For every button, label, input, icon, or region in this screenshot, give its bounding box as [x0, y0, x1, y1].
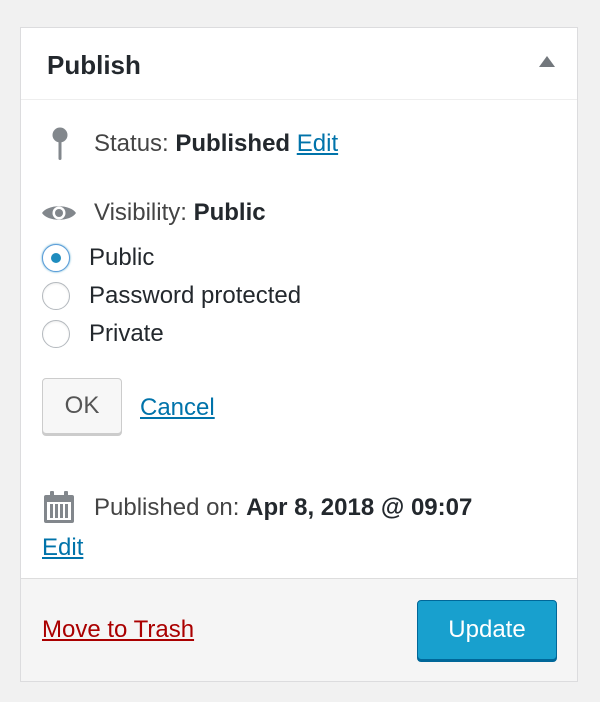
- published-on-label: Published on:: [94, 494, 240, 521]
- triangle-up-icon[interactable]: [539, 56, 555, 67]
- visibility-value: Public: [193, 199, 266, 226]
- visibility-row: Visibility: Public: [94, 199, 266, 227]
- visibility-option-label: Password protected: [89, 282, 302, 309]
- visibility-option-private[interactable]: Private: [42, 317, 164, 351]
- published-on-row: Published on: Apr 8, 2018 @ 09:07: [94, 494, 472, 522]
- pin-icon: [51, 127, 69, 166]
- update-button[interactable]: Update: [417, 600, 557, 660]
- status-row: Status: Published Edit: [94, 130, 338, 158]
- publish-box-title: Publish: [47, 50, 141, 80]
- cancel-link[interactable]: Cancel: [140, 394, 215, 422]
- visibility-label: Visibility:: [94, 199, 187, 226]
- eye-icon: [41, 202, 77, 229]
- publish-box-footer: Move to Trash Update: [21, 578, 577, 681]
- ok-button[interactable]: OK: [42, 378, 122, 434]
- visibility-option-label: Private: [89, 320, 164, 347]
- published-on-edit-link[interactable]: Edit: [42, 534, 83, 562]
- visibility-option-label: Public: [89, 244, 155, 271]
- visibility-option-password[interactable]: Password protected: [42, 279, 301, 313]
- publish-box: Publish Status: Published Edit Visibilit…: [20, 27, 578, 682]
- radio-password-protected[interactable]: [42, 282, 70, 310]
- status-edit-link[interactable]: Edit: [297, 130, 338, 157]
- visibility-option-public[interactable]: Public: [42, 241, 154, 275]
- move-to-trash-link[interactable]: Move to Trash: [42, 616, 194, 644]
- radio-private[interactable]: [42, 320, 70, 348]
- calendar-icon: [43, 490, 75, 529]
- radio-public[interactable]: [42, 244, 70, 272]
- published-on-value: Apr 8, 2018 @ 09:07: [246, 494, 473, 521]
- status-label: Status:: [94, 130, 169, 157]
- publish-box-header[interactable]: Publish: [21, 28, 577, 100]
- status-value: Published: [175, 130, 291, 157]
